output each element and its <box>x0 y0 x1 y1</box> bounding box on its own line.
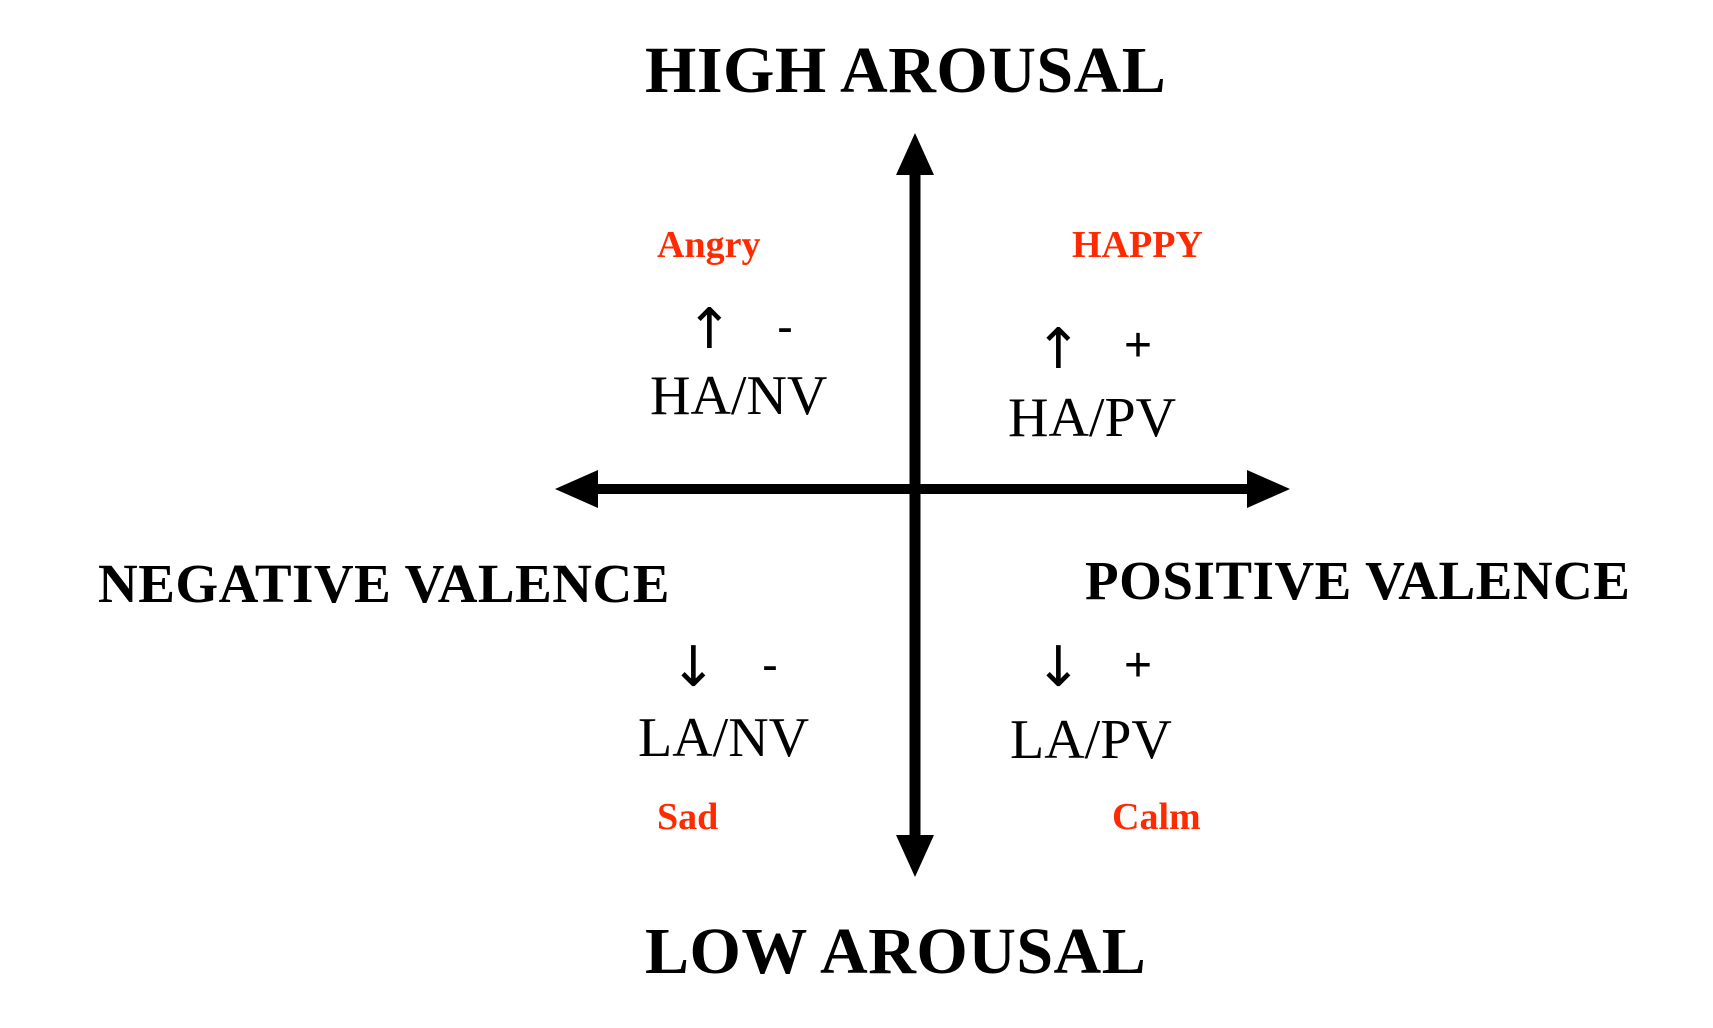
positive-valence-sign: + <box>1124 319 1153 372</box>
emotion-sad-label: Sad <box>657 796 719 838</box>
high-arousal-arrow-icon: ↑ <box>686 297 733 362</box>
ha-pv-code: HA/PV <box>1008 387 1177 449</box>
emotion-angry-label: Angry <box>657 224 761 266</box>
arousal-down-arrowhead <box>896 835 934 877</box>
positive-valence-sign: + <box>1124 639 1153 692</box>
high-arousal-title: HIGH AROUSAL <box>645 34 1167 107</box>
emotion-happy-label: HAPPY <box>1072 224 1203 266</box>
arousal-valence-diagram: HIGH AROUSAL LOW AROUSAL NEGATIVE VALENC… <box>0 0 1713 1028</box>
valence-left-arrowhead <box>555 470 598 508</box>
positive-valence-title: POSITIVE VALENCE <box>1085 550 1631 611</box>
low-arousal-arrow-icon: ↓ <box>670 635 717 700</box>
high-arousal-arrow-icon: ↑ <box>1035 317 1082 382</box>
negative-valence-sign: - <box>777 301 793 354</box>
la-pv-code: LA/PV <box>1010 709 1172 771</box>
emotion-calm-label: Calm <box>1112 796 1201 838</box>
ha-nv-code: HA/NV <box>650 365 828 427</box>
axes-graphic <box>555 133 1290 877</box>
low-arousal-title: LOW AROUSAL <box>645 915 1147 988</box>
negative-valence-title: NEGATIVE VALENCE <box>98 553 670 614</box>
la-nv-code: LA/NV <box>638 707 810 769</box>
negative-valence-sign: - <box>762 639 778 692</box>
arousal-up-arrowhead <box>896 133 934 175</box>
valence-right-arrowhead <box>1247 470 1290 508</box>
low-arousal-arrow-icon: ↓ <box>1035 635 1082 700</box>
